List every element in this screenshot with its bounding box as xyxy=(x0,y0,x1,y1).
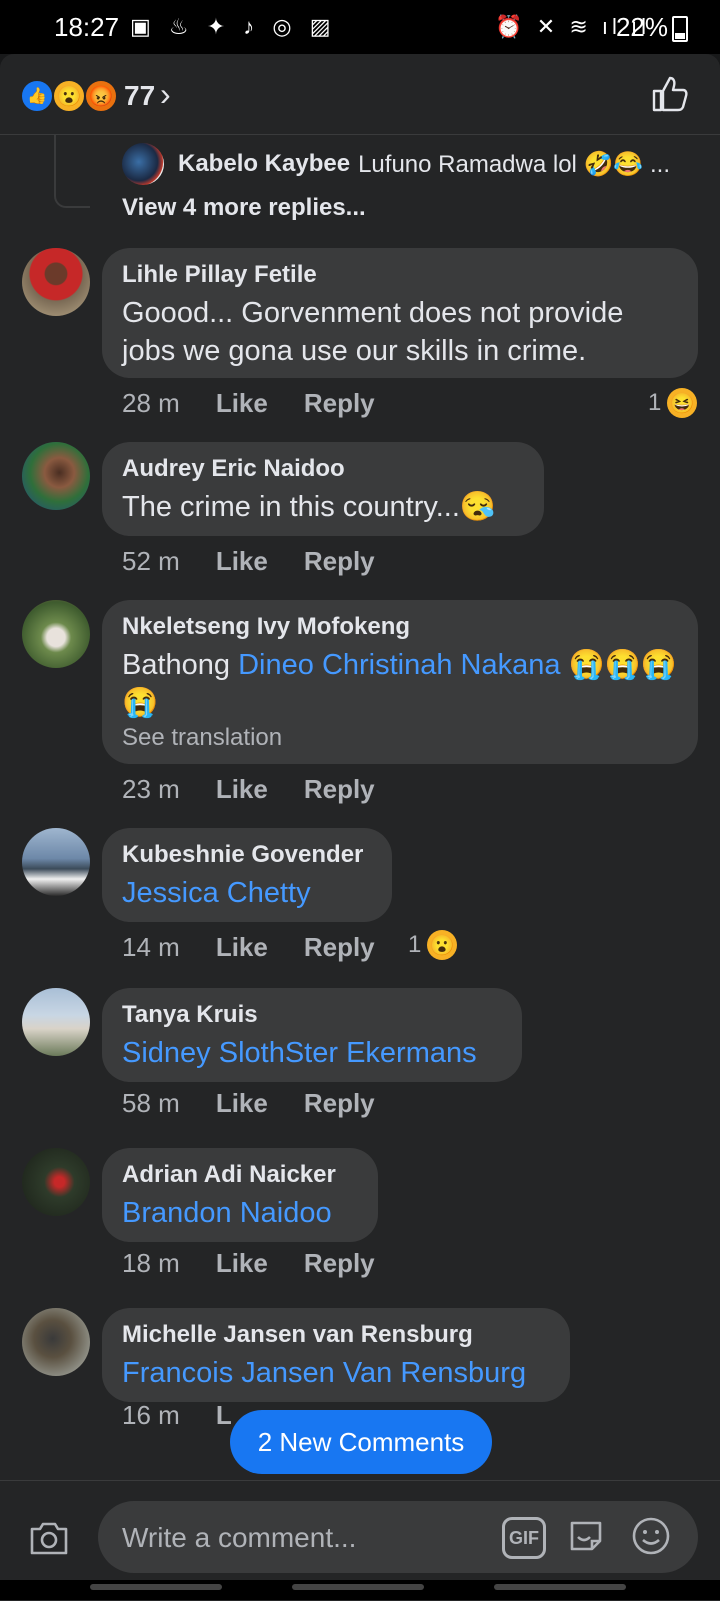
notification-icons: ▣ ♨ ✦ ♪ ◎ ▨ xyxy=(130,14,337,39)
mention-link[interactable]: Francois Jansen Van Rensburg xyxy=(122,1354,550,1392)
comment-author[interactable]: Nkeletseng Ivy Mofokeng xyxy=(122,612,678,642)
avatar[interactable] xyxy=(22,248,90,316)
comment-author[interactable]: Lihle Pillay Fetile xyxy=(122,260,678,290)
comment-author[interactable]: Adrian Adi Naicker xyxy=(122,1160,358,1190)
like-icon: 👍 xyxy=(20,79,54,113)
mention-link[interactable]: Brandon Naidoo xyxy=(122,1194,358,1232)
comment-input-box[interactable]: GIF xyxy=(98,1501,698,1573)
comment-actions: 14 m Like Reply xyxy=(122,932,411,963)
gif-button[interactable]: GIF xyxy=(502,1517,546,1559)
comment-time: 14 m xyxy=(122,932,180,962)
reply-button[interactable]: Reply xyxy=(304,1088,375,1119)
status-bar: 18:27 ▣ ♨ ✦ ♪ ◎ ▨ ⏰ ✕ ≋ ıl ıl 22% xyxy=(0,0,720,54)
comment-bubble[interactable]: Kubeshnie Govender Jessica Chetty xyxy=(102,828,392,922)
comment-author[interactable]: Audrey Eric Naidoo xyxy=(122,454,524,484)
comment-bubble[interactable]: Adrian Adi Naicker Brandon Naidoo xyxy=(102,1148,378,1242)
like-button[interactable]: L xyxy=(216,1400,232,1431)
like-button[interactable]: Like xyxy=(216,932,268,963)
avatar[interactable] xyxy=(122,143,164,185)
comment-bubble[interactable]: Audrey Eric Naidoo The crime in this cou… xyxy=(102,442,544,536)
reply-button[interactable]: Reply xyxy=(304,774,375,805)
like-button[interactable]: Like xyxy=(216,774,268,805)
reaction-number: 1 xyxy=(648,389,662,416)
emoji-icon[interactable] xyxy=(630,1515,672,1557)
comment-time: 16 m xyxy=(122,1400,180,1430)
comment-bubble[interactable]: Tanya Kruis Sidney SlothSter Ekermans xyxy=(102,988,522,1082)
avatar[interactable] xyxy=(22,442,90,510)
new-comments-button[interactable]: 2 New Comments xyxy=(230,1410,492,1474)
camera-icon[interactable] xyxy=(28,1517,70,1559)
reply-button[interactable]: Reply xyxy=(304,932,375,963)
nav-back-button[interactable] xyxy=(494,1584,626,1590)
sticker-icon[interactable] xyxy=(566,1515,606,1555)
reaction-count: 77 xyxy=(124,80,156,111)
avatar[interactable] xyxy=(22,600,90,668)
comment-bubble[interactable]: Lihle Pillay Fetile Goood... Gorvenment … xyxy=(102,248,698,378)
reaction-number: 1 xyxy=(408,931,422,958)
view-more-replies-link[interactable]: View 4 more replies... xyxy=(122,194,366,222)
comment-bubble[interactable]: Michelle Jansen van Rensburg Francois Ja… xyxy=(102,1308,570,1402)
comment-reaction-count[interactable]: 1 😆 xyxy=(648,388,698,418)
comment-actions: 58 m Like Reply xyxy=(122,1088,411,1119)
comment-text-prefix: Bathong xyxy=(122,649,231,681)
avatar[interactable] xyxy=(22,1308,90,1376)
comment-actions: 52 m Like Reply xyxy=(122,546,411,577)
comment-author[interactable]: Tanya Kruis xyxy=(122,1000,502,1030)
reaction-summary[interactable]: 👍 😮 😡 77 xyxy=(20,79,155,113)
comment-text: The crime in this country...😪 xyxy=(122,491,497,523)
mention-link[interactable]: Jessica Chetty xyxy=(122,874,372,912)
comment-actions: 23 m Like Reply xyxy=(122,774,411,805)
comment-author[interactable]: Michelle Jansen van Rensburg xyxy=(122,1320,550,1350)
comment-time: 28 m xyxy=(122,388,180,418)
angry-icon: 😡 xyxy=(84,79,118,113)
mention-link[interactable]: Sidney SlothSter Ekermans xyxy=(122,1034,502,1072)
comment-time: 52 m xyxy=(122,546,180,576)
like-button[interactable]: Like xyxy=(216,1248,268,1279)
comment-actions: 28 m Like Reply xyxy=(122,388,411,419)
like-button[interactable]: Like xyxy=(216,1088,268,1119)
like-button[interactable]: Like xyxy=(216,388,268,419)
see-translation-link[interactable]: See translation xyxy=(122,724,678,752)
wow-icon: 😮 xyxy=(427,930,458,960)
avatar[interactable] xyxy=(22,1148,90,1216)
comment-time: 23 m xyxy=(122,774,180,804)
reply-author[interactable]: Kabelo Kaybee xyxy=(178,150,350,178)
status-time: 18:27 xyxy=(54,12,120,42)
mention-link[interactable]: Dineo Christinah Nakana xyxy=(238,649,560,681)
comment-bubble[interactable]: Nkeletseng Ivy Mofokeng Bathong Dineo Ch… xyxy=(102,600,698,764)
nav-recents-button[interactable] xyxy=(90,1584,222,1590)
reply-button[interactable]: Reply xyxy=(304,388,375,419)
battery-percent: 22% xyxy=(615,12,668,42)
like-button[interactable]: Like xyxy=(216,546,268,577)
comment-author[interactable]: Kubeshnie Govender xyxy=(122,840,372,870)
laugh-icon: 😆 xyxy=(667,388,698,418)
avatar[interactable] xyxy=(22,828,90,896)
system-nav-bar xyxy=(0,1580,720,1600)
avatar[interactable] xyxy=(22,988,90,1056)
reply-button[interactable]: Reply xyxy=(304,546,375,577)
comment-text: Bathong Dineo Christinah Nakana 😭😭😭😭 xyxy=(122,646,678,722)
reactions-bar[interactable]: 👍 😮 😡 77 › xyxy=(0,54,720,135)
reply-preview[interactable]: Kabelo Kaybee Lufuno Ramadwa lol 🤣😂 ... xyxy=(122,142,702,186)
nav-home-button[interactable] xyxy=(292,1584,424,1590)
comment-actions: 18 m Like Reply xyxy=(122,1248,411,1279)
comment-text: Goood... Gorvenment does not provide job… xyxy=(122,297,624,367)
battery-icon xyxy=(672,16,688,42)
like-post-icon[interactable] xyxy=(650,74,690,114)
comments-sheet: 👍 😮 😡 77 › Kabelo Kaybee Lufuno Ramadwa … xyxy=(0,54,720,1601)
reply-text: Lufuno Ramadwa lol 🤣😂 ... xyxy=(358,150,670,178)
reply-button[interactable]: Reply xyxy=(304,1248,375,1279)
chevron-right-icon[interactable]: › xyxy=(160,76,171,113)
comment-time: 58 m xyxy=(122,1088,180,1118)
comment-reaction-count[interactable]: 1 😮 xyxy=(408,930,458,960)
thread-line xyxy=(54,134,90,208)
comment-time: 18 m xyxy=(122,1248,180,1278)
wow-icon: 😮 xyxy=(52,79,86,113)
comment-input[interactable] xyxy=(120,1515,484,1561)
